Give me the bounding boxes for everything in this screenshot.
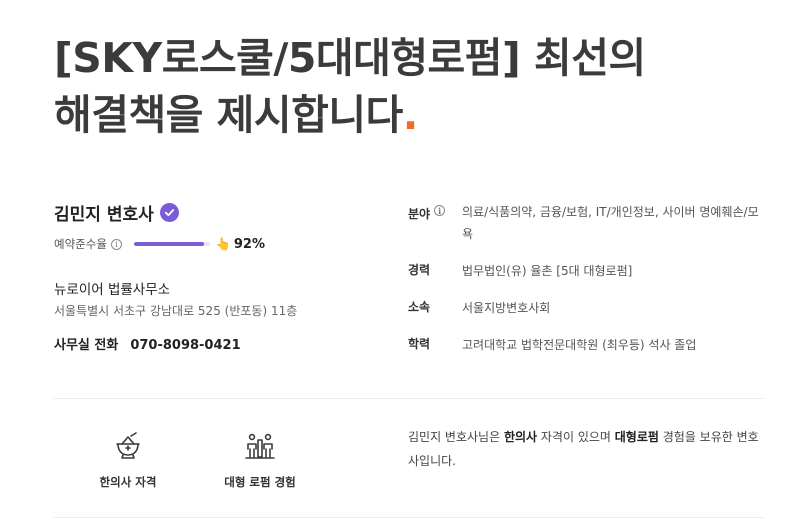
- info-value-affiliation: 서울지방변호사회: [462, 301, 551, 315]
- info-key-field: 분야 i: [408, 204, 462, 245]
- badge-korean-medicine: 한의사 자격: [70, 428, 186, 490]
- qualification-badges: 한의사 자격 대형 로펌 경험: [70, 428, 334, 490]
- info-icon[interactable]: i: [110, 238, 122, 250]
- info-key-field-label: 분야: [408, 207, 431, 221]
- reservation-rate-bar-fill: [133, 242, 204, 246]
- herbal-medicine-bowl-icon: [110, 428, 146, 464]
- office-address: 서울특별시 서초구 강남대로 525 (반포동) 11층: [54, 304, 298, 318]
- summary-bold-1: 한의사: [503, 430, 538, 444]
- office-phone-row: 사무실 전화 070-8098-0421: [54, 334, 241, 353]
- badge-law-firm-label: 대형 로펌 경험: [224, 475, 296, 489]
- info-value-education: 고려대학교 법학전문대학원 (최우등) 석사 졸업: [462, 338, 697, 352]
- headline-dot: .: [402, 91, 419, 139]
- info-row-education: 학력 고려대학교 법학전문대학원 (최우등) 석사 졸업: [408, 334, 768, 356]
- office-name: 뉴로이어 법률사무소: [54, 282, 171, 298]
- bottom-divider: [54, 517, 764, 518]
- info-key-education: 학력: [408, 337, 431, 351]
- reservation-rate-value: 92%: [233, 236, 265, 252]
- law-firm-team-icon: [242, 428, 278, 464]
- lawyer-summary: 김민지 변호사님은 한의사 자격이 있으며 대형로펌 경험을 보유한 변호사입니…: [408, 425, 768, 473]
- info-row-field: 분야 i 의료/식품의약, 금융/보험, IT/개인정보, 사이버 명예훼손/모…: [408, 204, 768, 245]
- headline-line-2: 해결책을 제시합니다.: [54, 87, 646, 144]
- summary-text-2: 자격이 있으며: [537, 430, 615, 444]
- lawyer-name-row: 김민지 변호사: [54, 200, 179, 225]
- badge-korean-medicine-label: 한의사 자격: [99, 475, 157, 489]
- summary-bold-2: 대형로펌: [614, 430, 659, 444]
- info-row-career: 경력 법무법인(유) 율촌 [5대 대형로펌]: [408, 260, 768, 282]
- lawyer-info-list: 분야 i 의료/식품의약, 금융/보험, IT/개인정보, 사이버 명예훼손/모…: [408, 204, 768, 371]
- reservation-rate-label: 예약준수율: [54, 237, 107, 251]
- lawyer-name: 김민지 변호사: [54, 205, 154, 225]
- info-value-career: 법무법인(유) 율촌 [5대 대형로펌]: [462, 264, 633, 278]
- pointing-hand-icon: 👆: [215, 237, 231, 251]
- headline-line-2-text: 해결책을 제시합니다: [54, 91, 403, 139]
- office-phone-number[interactable]: 070-8098-0421: [130, 338, 240, 353]
- info-key-career: 경력: [408, 263, 431, 277]
- headline-line-1: [SKY로스쿨/5대대형로펌] 최선의: [54, 34, 646, 82]
- info-key-affiliation: 소속: [408, 300, 431, 314]
- summary-text-1: 김민지 변호사님은: [408, 430, 504, 444]
- reservation-rate: 예약준수율 i 👆 92%: [54, 236, 265, 252]
- info-icon[interactable]: i: [434, 205, 446, 216]
- office-phone-label: 사무실 전화: [54, 338, 119, 353]
- info-row-affiliation: 소속 서울지방변호사회: [408, 297, 768, 319]
- verified-badge-icon: [159, 203, 179, 222]
- page-headline: [SKY로스쿨/5대대형로펌] 최선의 해결책을 제시합니다.: [54, 30, 646, 144]
- section-divider: [54, 398, 764, 399]
- info-value-field: 의료/식품의약, 금융/보험, IT/개인정보, 사이버 명예훼손/모욕: [462, 205, 759, 241]
- reservation-rate-bar: [133, 242, 210, 246]
- badge-law-firm: 대형 로펌 경험: [202, 428, 318, 490]
